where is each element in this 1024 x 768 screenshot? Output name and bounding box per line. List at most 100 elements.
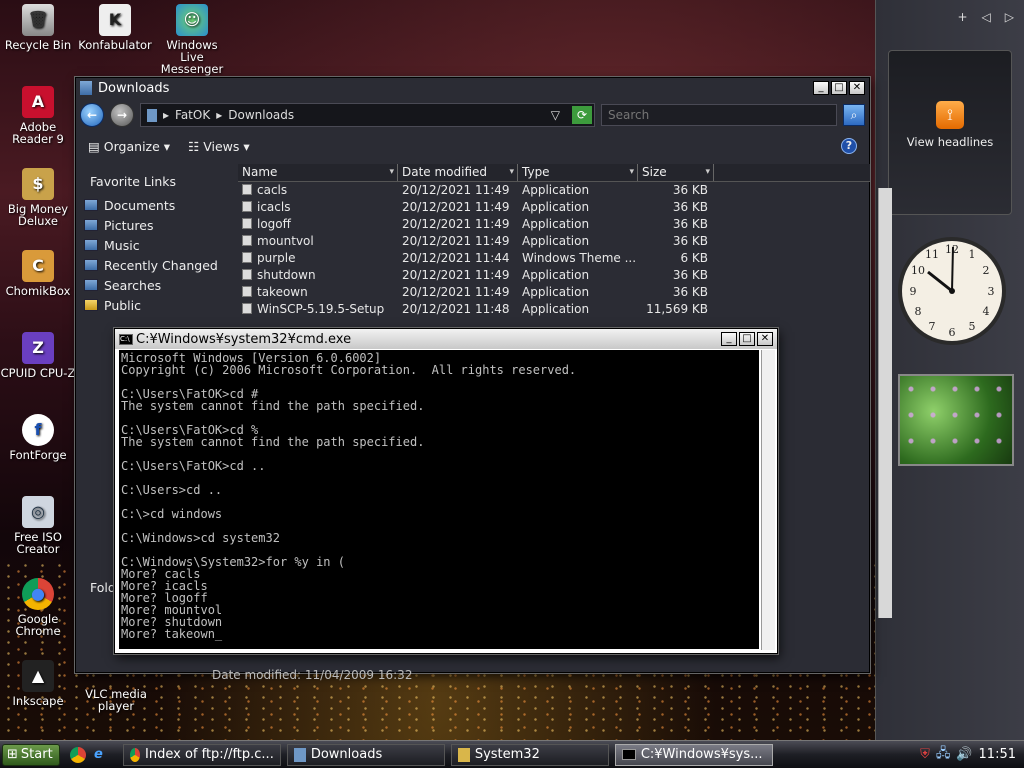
cmd-scrollbar[interactable]	[761, 350, 775, 650]
prev-gadget-icon[interactable]: ◁	[982, 10, 991, 24]
search-icon[interactable]: ⌕	[843, 104, 865, 126]
help-icon[interactable]: ?	[841, 138, 857, 154]
maximize-button[interactable]: □	[831, 81, 847, 95]
file-row[interactable]: logoff 20/12/2021 11:49 Application 36 KB	[238, 216, 870, 233]
nav-item-recently-changed[interactable]: Recently Changed	[80, 255, 236, 275]
application-icon	[242, 184, 252, 195]
konfabulator-icon: K	[99, 4, 131, 36]
file-type: Application	[522, 183, 590, 197]
explorer-scrollbar[interactable]	[878, 188, 892, 618]
close-button[interactable]: ✕	[757, 332, 773, 346]
minimize-button[interactable]: _	[813, 81, 829, 95]
volume-icon[interactable]: 🔊	[956, 747, 972, 762]
public-icon	[84, 299, 98, 311]
desktop-icon-big-money[interactable]: $ Big Money Deluxe	[0, 168, 76, 227]
task-cmd[interactable]: C:¥Windows¥sys...	[614, 743, 773, 766]
task-downloads[interactable]: Downloads	[286, 743, 445, 766]
back-button[interactable]: ←	[80, 103, 104, 127]
file-row[interactable]: cacls 20/12/2021 11:49 Application 36 KB	[238, 182, 870, 199]
desktop-icon-recycle-bin[interactable]: 🗑 Recycle Bin	[0, 4, 76, 51]
file-row[interactable]: purple 20/12/2021 11:44 Windows Theme ... 6…	[238, 250, 870, 267]
file-row[interactable]: WinSCP-5.19.5-Setup 20/12/2021 11:48 Appli…	[238, 301, 870, 318]
nav-item-pictures[interactable]: Pictures	[80, 215, 236, 235]
sidebar-controls: + ◁ ▷	[957, 10, 1014, 24]
chevron-down-icon[interactable]: ▽	[551, 108, 560, 122]
inkscape-icon: ▲	[22, 660, 54, 692]
minimize-button[interactable]: _	[721, 332, 737, 346]
clock-gadget[interactable]: 1212 345 678 91011	[896, 230, 1008, 352]
details-date-line: Date modified: 11/04/2009 16:32	[212, 668, 413, 682]
breadcrumb-fatok[interactable]: FatOK	[175, 108, 210, 122]
organize-button[interactable]: ▤ Organize ▾	[88, 139, 170, 154]
svg-text:1: 1	[969, 248, 976, 261]
network-icon[interactable]: 🖧	[936, 744, 951, 766]
svg-text:3: 3	[988, 285, 995, 298]
rss-icon: ⟟	[936, 101, 964, 129]
chrome-quicklaunch-icon[interactable]	[70, 746, 86, 763]
svg-text:10: 10	[911, 264, 925, 277]
fontforge-icon: f	[22, 414, 54, 446]
column-header-type[interactable]: Type	[518, 164, 638, 181]
console-line: The system cannot find the path specifie…	[121, 435, 425, 449]
feed-headlines-gadget[interactable]: ⟟ View headlines	[888, 50, 1012, 215]
search-input[interactable]	[601, 104, 837, 126]
start-button[interactable]: ⊞ Start	[2, 743, 60, 766]
iso-creator-icon: ◎	[22, 496, 54, 528]
nav-item-music[interactable]: Music	[80, 235, 236, 255]
column-header-date[interactable]: Date modified	[398, 164, 518, 181]
console-line: More? takeown_	[121, 627, 223, 641]
address-bar[interactable]: ▸ FatOK ▸ Downloads ▽ ⟳	[140, 103, 595, 127]
task-system32[interactable]: System32	[450, 743, 609, 766]
application-icon	[242, 269, 252, 280]
desktop-icon-chrome[interactable]: ● Google Chrome	[0, 578, 76, 637]
desktop-icon-chomikbox[interactable]: C ChomikBox	[0, 250, 76, 297]
clock[interactable]: 11:51	[979, 747, 1016, 762]
cmd-titlebar[interactable]: C:\ C:¥Windows¥system32¥cmd.exe _ □ ✕	[115, 329, 777, 349]
next-gadget-icon[interactable]: ▷	[1005, 10, 1014, 24]
column-header-name[interactable]: Name	[238, 164, 398, 181]
desktop-icon-fontforge[interactable]: f FontForge	[0, 414, 76, 461]
column-header-row: Name Date modified Type Size	[238, 164, 870, 182]
nav-item-searches[interactable]: Searches	[80, 275, 236, 295]
file-name: logoff	[257, 217, 291, 231]
file-name: cacls	[257, 183, 288, 197]
desktop-icon-inkscape[interactable]: ▲ Inkscape	[0, 660, 76, 707]
desktop-icon-messenger[interactable]: ☺ Windows Live Messenger	[154, 4, 230, 75]
messenger-icon: ☺	[176, 4, 208, 36]
console-line: More? cacls	[121, 567, 201, 581]
file-rows: cacls 20/12/2021 11:49 Application 36 KB ica…	[238, 182, 870, 318]
file-row[interactable]: takeown 20/12/2021 11:49 Application 36 KB	[238, 284, 870, 301]
desktop-icon-adobe-reader[interactable]: A Adobe Reader 9	[0, 86, 76, 145]
maximize-button[interactable]: □	[739, 332, 755, 346]
folders-pane-label[interactable]: Fold	[90, 580, 116, 595]
column-header-size[interactable]: Size	[638, 164, 714, 181]
breadcrumb-downloads[interactable]: Downloads	[228, 108, 294, 122]
ie-quicklaunch-icon[interactable]: e	[94, 747, 103, 762]
task-ftp-browser[interactable]: Index of ftp://ftp.c...	[122, 743, 281, 766]
recycle-bin-icon: 🗑	[22, 4, 54, 36]
file-row[interactable]: icacls 20/12/2021 11:49 Application 36 KB	[238, 199, 870, 216]
shield-icon[interactable]: ⛨	[920, 747, 930, 762]
forward-button[interactable]: →	[110, 103, 134, 127]
close-button[interactable]: ✕	[849, 81, 865, 95]
cmd-window[interactable]: C:\ C:¥Windows¥system32¥cmd.exe _ □ ✕ Mi…	[114, 328, 778, 654]
folder-icon	[147, 108, 157, 122]
desktop-icon-vlc[interactable]: VLC media player	[78, 688, 154, 712]
nav-item-public[interactable]: Public	[80, 295, 236, 315]
views-button[interactable]: ☷ Views ▾	[188, 139, 250, 154]
console-output[interactable]: Microsoft Windows [Version 6.0.6002] Copy…	[119, 350, 759, 649]
file-row[interactable]: shutdown 20/12/2021 11:49 Application 36 KB	[238, 267, 870, 284]
explorer-titlebar[interactable]: Downloads _ □ ✕	[76, 78, 869, 98]
file-type: Application	[522, 217, 590, 231]
desktop-icon-konfabulator[interactable]: K Konfabulator	[77, 4, 153, 51]
desktop-icon-cpuz[interactable]: Z CPUID CPU-Z	[0, 332, 76, 379]
console-icon	[621, 749, 636, 760]
refresh-icon[interactable]: ⟳	[572, 106, 592, 124]
file-row[interactable]: mountvol 20/12/2021 11:49 Application 36 KB	[238, 233, 870, 250]
nav-item-documents[interactable]: Documents	[80, 195, 236, 215]
address-bar-row: ← → ▸ FatOK ▸ Downloads ▽ ⟳ ⌕	[80, 100, 865, 130]
file-date: 20/12/2021 11:49	[402, 285, 510, 299]
add-gadget-icon[interactable]: +	[957, 10, 967, 24]
slideshow-gadget[interactable]	[898, 374, 1014, 466]
desktop-icon-iso-creator[interactable]: ◎ Free ISO Creator	[0, 496, 76, 555]
